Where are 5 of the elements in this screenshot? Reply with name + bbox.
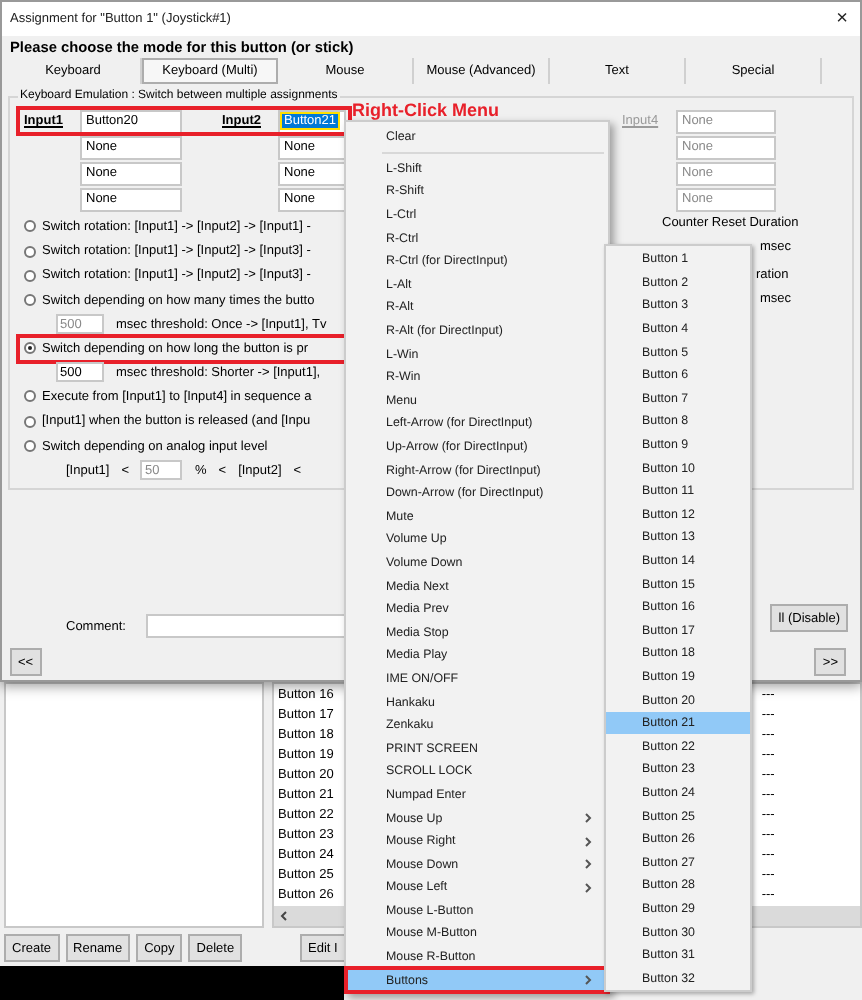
radio-button[interactable] bbox=[24, 342, 36, 355]
chevron-right-icon bbox=[584, 974, 592, 987]
close-button[interactable]: × bbox=[836, 8, 848, 30]
annotation-label: Right-Click Menu bbox=[352, 100, 499, 120]
scroll-left-icon[interactable] bbox=[278, 910, 290, 923]
